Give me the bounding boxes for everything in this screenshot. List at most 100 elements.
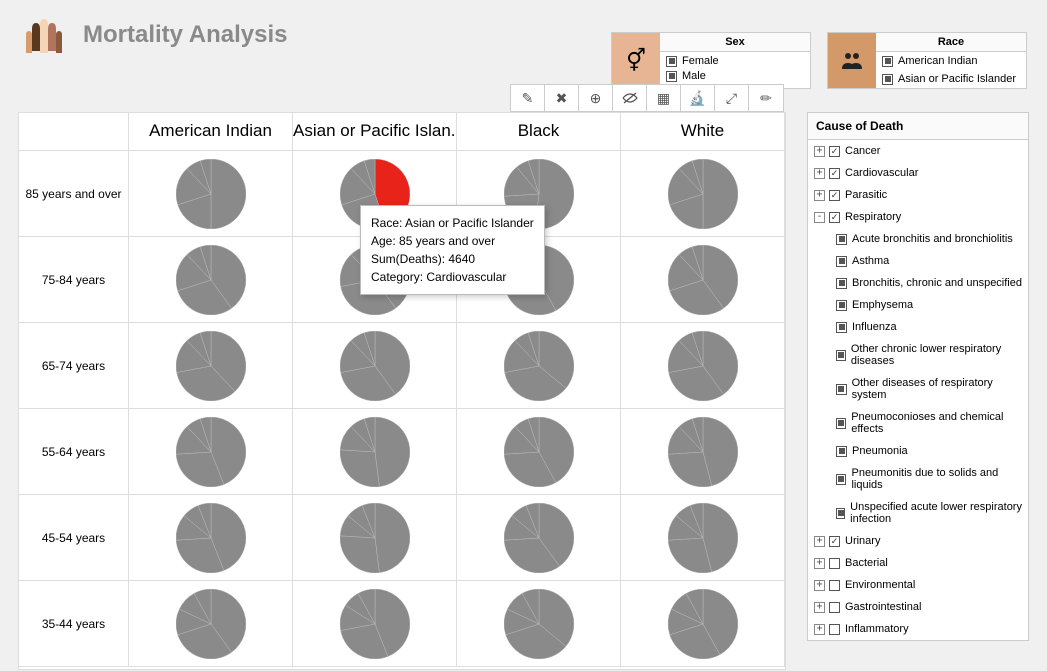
tree-child-item[interactable]: Other diseases of respiratory system: [808, 372, 1028, 406]
pie-cell[interactable]: [621, 151, 785, 237]
checkbox-icon[interactable]: [829, 624, 840, 635]
tree-child-item[interactable]: Other chronic lower respiratory diseases: [808, 338, 1028, 372]
tree-child-item[interactable]: Bronchitis, chronic and unspecified: [808, 272, 1028, 294]
checkbox-icon[interactable]: [836, 322, 847, 333]
tree-parent-item[interactable]: +Gastrointestinal: [808, 596, 1028, 618]
checkbox-icon[interactable]: [829, 146, 840, 157]
tree-label: Unspecified acute lower respiratory infe…: [850, 501, 1022, 525]
expand-icon[interactable]: +: [814, 624, 825, 635]
expand-icon[interactable]: +: [814, 558, 825, 569]
checkbox-icon[interactable]: [829, 168, 840, 179]
checkbox-icon[interactable]: [836, 278, 847, 289]
sex-filter-item[interactable]: Female: [660, 52, 810, 70]
hands-logo-icon: [20, 11, 68, 59]
race-filter-item[interactable]: Asian or Pacific Islander: [876, 70, 1026, 88]
tree-parent-item[interactable]: +Parasitic: [808, 184, 1028, 206]
row-header[interactable]: 85 years and over: [19, 151, 129, 237]
tool-expand[interactable]: ⤢: [715, 85, 749, 111]
pie-cell[interactable]: [293, 323, 457, 409]
checkbox-icon[interactable]: [666, 56, 677, 67]
pie-cell[interactable]: [129, 151, 293, 237]
pie-cell[interactable]: [293, 495, 457, 581]
tree-child-item[interactable]: Pneumonitis due to solids and liquids: [808, 462, 1028, 496]
checkbox-icon[interactable]: [836, 384, 847, 395]
row-header[interactable]: 45-54 years: [19, 495, 129, 581]
row-header[interactable]: 75-84 years: [19, 237, 129, 323]
column-header[interactable]: American Indian: [129, 113, 293, 151]
checkbox-icon[interactable]: [829, 212, 840, 223]
checkbox-icon[interactable]: [882, 56, 893, 67]
pie-cell[interactable]: [621, 323, 785, 409]
pie-cell[interactable]: [129, 495, 293, 581]
checkbox-icon[interactable]: [836, 350, 846, 361]
tree-parent-item[interactable]: +Bacterial: [808, 552, 1028, 574]
expand-icon[interactable]: +: [814, 602, 825, 613]
tool-zoom[interactable]: ⊕: [579, 85, 613, 111]
checkbox-icon[interactable]: [666, 71, 677, 82]
pie-cell[interactable]: [129, 323, 293, 409]
checkbox-icon[interactable]: [829, 602, 840, 613]
tool-microscope[interactable]: 🔬: [681, 85, 715, 111]
tree-label: Urinary: [845, 535, 880, 547]
checkbox-icon[interactable]: [836, 234, 847, 245]
column-header[interactable]: Asian or Pacific Islan..: [293, 113, 457, 151]
expand-icon[interactable]: -: [814, 212, 825, 223]
pie-cell[interactable]: [293, 409, 457, 495]
pie-cell[interactable]: [457, 409, 621, 495]
row-header[interactable]: 55-64 years: [19, 409, 129, 495]
tool-marker[interactable]: ✎: [511, 85, 545, 111]
column-header[interactable]: Black: [457, 113, 621, 151]
tree-child-item[interactable]: Acute bronchitis and bronchiolitis: [808, 228, 1028, 250]
pie-cell[interactable]: [457, 495, 621, 581]
sex-filter-item[interactable]: Male: [660, 70, 810, 82]
tree-parent-item[interactable]: + Urinary: [808, 530, 1028, 552]
checkbox-icon[interactable]: [836, 300, 847, 311]
checkbox-icon[interactable]: [829, 580, 840, 591]
checkbox-icon[interactable]: [836, 474, 846, 485]
checkbox-icon[interactable]: [836, 508, 845, 519]
pie-cell[interactable]: [457, 581, 621, 667]
row-header[interactable]: 65-74 years: [19, 323, 129, 409]
expand-icon[interactable]: +: [814, 190, 825, 201]
tree-child-item[interactable]: Influenza: [808, 316, 1028, 338]
tree-parent-item[interactable]: +Environmental: [808, 574, 1028, 596]
checkbox-icon[interactable]: [836, 418, 846, 429]
pie-cell[interactable]: [129, 581, 293, 667]
checkbox-icon[interactable]: [829, 190, 840, 201]
tree-child-item[interactable]: Asthma: [808, 250, 1028, 272]
tool-edit[interactable]: ✏: [749, 85, 783, 111]
expand-icon[interactable]: +: [814, 146, 825, 157]
pie-cell[interactable]: [457, 323, 621, 409]
checkbox-icon[interactable]: [829, 558, 840, 569]
pie-cell[interactable]: [293, 581, 457, 667]
pie-cell[interactable]: [621, 237, 785, 323]
tree-parent-item[interactable]: +Cancer: [808, 140, 1028, 162]
checkbox-icon[interactable]: [829, 536, 840, 547]
checkbox-icon[interactable]: [882, 74, 893, 85]
tool-erase[interactable]: ✖: [545, 85, 579, 111]
tree-child-item[interactable]: Unspecified acute lower respiratory infe…: [808, 496, 1028, 530]
race-filter-panel[interactable]: Race American Indian Asian or Pacific Is…: [827, 32, 1027, 89]
pie-cell[interactable]: [621, 495, 785, 581]
tree-child-item[interactable]: Pneumoconioses and chemical effects: [808, 406, 1028, 440]
tree-parent-item[interactable]: +Cardiovascular: [808, 162, 1028, 184]
column-header[interactable]: White: [621, 113, 785, 151]
expand-icon[interactable]: +: [814, 580, 825, 591]
row-header[interactable]: 35-44 years: [19, 581, 129, 667]
checkbox-icon[interactable]: [836, 446, 847, 457]
tool-grid[interactable]: ▦: [647, 85, 681, 111]
sex-filter-panel[interactable]: ⚥ Sex Female Male: [611, 32, 811, 89]
tree-parent-item[interactable]: -Respiratory: [808, 206, 1028, 228]
pie-cell[interactable]: [129, 237, 293, 323]
tree-child-item[interactable]: Emphysema: [808, 294, 1028, 316]
tree-child-item[interactable]: Pneumonia: [808, 440, 1028, 462]
expand-icon[interactable]: +: [814, 536, 825, 547]
tree-parent-item[interactable]: +Inflammatory: [808, 618, 1028, 640]
checkbox-icon[interactable]: [836, 256, 847, 267]
expand-icon[interactable]: +: [814, 168, 825, 179]
race-filter-item[interactable]: American Indian: [876, 52, 1026, 70]
pie-cell[interactable]: [621, 581, 785, 667]
pie-cell[interactable]: [621, 409, 785, 495]
pie-cell[interactable]: [129, 409, 293, 495]
tool-hide[interactable]: [613, 85, 647, 111]
